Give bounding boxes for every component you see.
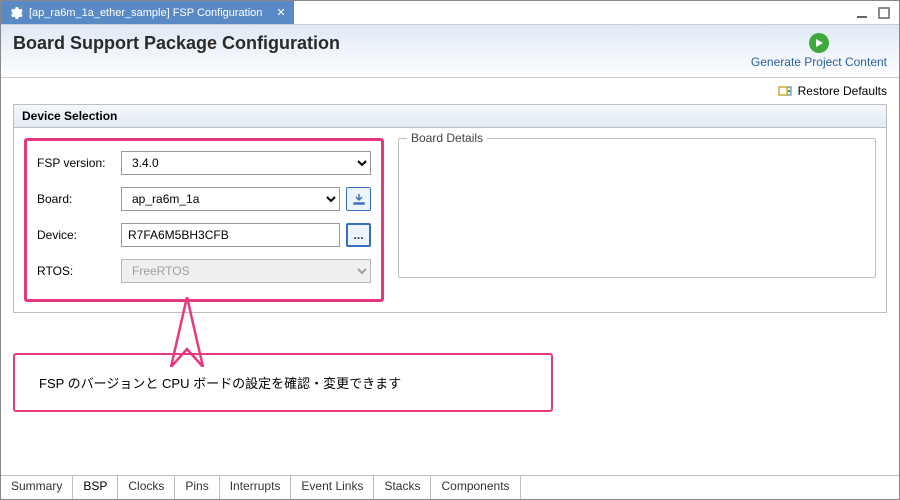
device-input[interactable] [121,223,340,247]
restore-defaults-label: Restore Defaults [798,84,887,98]
bottom-tab-summary[interactable]: Summary [1,476,73,499]
generate-project-content-button[interactable]: Generate Project Content [751,33,887,69]
callout: FSP のバージョンと CPU ボードの設定を確認・変更できます [13,353,887,412]
close-icon[interactable]: ✕ [276,6,285,19]
bottom-tab-pins[interactable]: Pins [175,476,219,499]
fsp-version-label: FSP version: [37,156,121,170]
device-label: Device: [37,228,121,242]
generate-label: Generate Project Content [751,55,887,69]
content-area: Device Selection FSP version: 3.4.0 Boar… [1,104,899,475]
callout-text: FSP のバージョンと CPU ボードの設定を確認・変更できます [13,353,553,412]
toolbar: Restore Defaults [1,78,899,104]
callout-pointer-icon [163,297,211,367]
window-icons [855,6,899,20]
board-select[interactable]: ap_ra6m_1a [121,187,340,211]
import-icon [352,192,366,206]
bottom-tab-interrupts[interactable]: Interrupts [220,476,292,499]
device-browse-button[interactable]: ... [346,223,371,247]
editor-tab-active[interactable]: [ap_ra6m_1a_ether_sample] FSP Configurat… [1,1,294,24]
editor-tab-title: [ap_ra6m_1a_ether_sample] FSP Configurat… [29,7,262,19]
fsp-version-row: FSP version: 3.4.0 [37,151,371,175]
restore-defaults-button[interactable]: Restore Defaults [778,84,887,98]
fsp-version-select[interactable]: 3.4.0 [121,151,371,175]
board-details-label: Board Details [407,131,487,145]
device-row: Device: ... [37,223,371,247]
rtos-select: FreeRTOS [121,259,371,283]
rtos-label: RTOS: [37,264,121,278]
minimize-icon[interactable] [855,6,869,20]
board-browse-button[interactable] [346,187,371,211]
rtos-row: RTOS: FreeRTOS [37,259,371,283]
page-title: Board Support Package Configuration [13,33,340,54]
play-icon [809,33,829,53]
board-label: Board: [37,192,121,206]
bottom-tab-components[interactable]: Components [431,476,520,499]
form-highlight-box: FSP version: 3.4.0 Board: ap_ra6m_1a [24,138,384,302]
bottom-tabbar: SummaryBSPClocksPinsInterruptsEvent Link… [1,475,899,499]
device-selection-title: Device Selection [14,105,886,128]
board-details-panel: Board Details [398,138,876,278]
board-row: Board: ap_ra6m_1a [37,187,371,211]
editor-tabbar: [ap_ra6m_1a_ether_sample] FSP Configurat… [1,1,899,25]
device-selection-group: Device Selection FSP version: 3.4.0 Boar… [13,104,887,313]
page-header: Board Support Package Configuration Gene… [1,25,899,78]
bottom-tab-bsp[interactable]: BSP [73,476,118,499]
bottom-tab-clocks[interactable]: Clocks [118,476,175,499]
bottom-tab-event-links[interactable]: Event Links [291,476,374,499]
maximize-icon[interactable] [877,6,891,20]
gear-icon [9,6,23,20]
app-window: [ap_ra6m_1a_ether_sample] FSP Configurat… [0,0,900,500]
bottom-tab-stacks[interactable]: Stacks [374,476,431,499]
ellipsis-icon: ... [354,228,364,242]
restore-icon [778,84,792,98]
